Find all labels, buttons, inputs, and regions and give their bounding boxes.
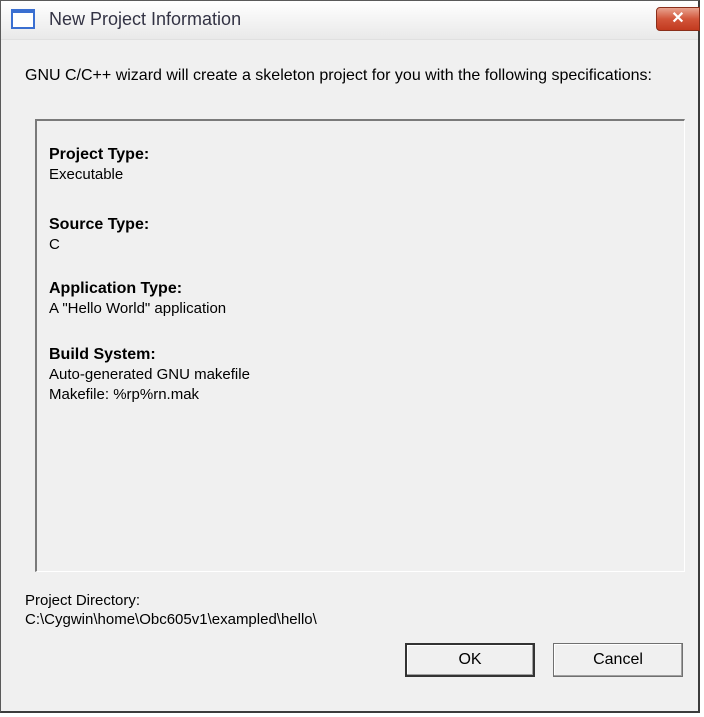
section-value: A "Hello World" application (49, 300, 227, 317)
close-button[interactable]: ✕ (656, 7, 700, 31)
section-application-type: Application Type: A "Hello World" applic… (49, 279, 226, 319)
section-heading: Build System: (49, 346, 156, 363)
close-icon: ✕ (671, 10, 685, 27)
cancel-button[interactable]: Cancel (553, 643, 683, 677)
section-heading: Project Type: (49, 146, 150, 163)
title-bar[interactable]: New Project Information ✕ (1, 1, 700, 40)
section-value: Auto-generated GNU makefile (49, 366, 250, 383)
specifications-panel: Project Type: Executable Source Type: C … (35, 119, 685, 572)
section-source-type: Source Type: C (49, 215, 149, 255)
ok-button[interactable]: OK (405, 643, 535, 677)
section-heading: Application Type: (49, 280, 183, 297)
window-title: New Project Information (49, 9, 242, 29)
dialog-window: New Project Information ✕ GNU C/C++ wiza… (0, 0, 700, 713)
section-value: Executable (49, 166, 124, 183)
section-value: C (49, 236, 60, 253)
section-build-system: Build System: Auto-generated GNU makefil… (49, 345, 250, 405)
section-project-type: Project Type: Executable (49, 145, 149, 185)
project-directory-value: C:\Cygwin\home\Obc605v1\exampled\hello\ (25, 611, 317, 628)
intro-text: GNU C/C++ wizard will create a skeleton … (25, 67, 652, 84)
section-heading: Source Type: (49, 216, 150, 233)
project-directory-label: Project Directory: (25, 592, 141, 609)
window-icon (11, 9, 35, 29)
section-value: Makefile: %rp%rn.mak (49, 386, 200, 403)
